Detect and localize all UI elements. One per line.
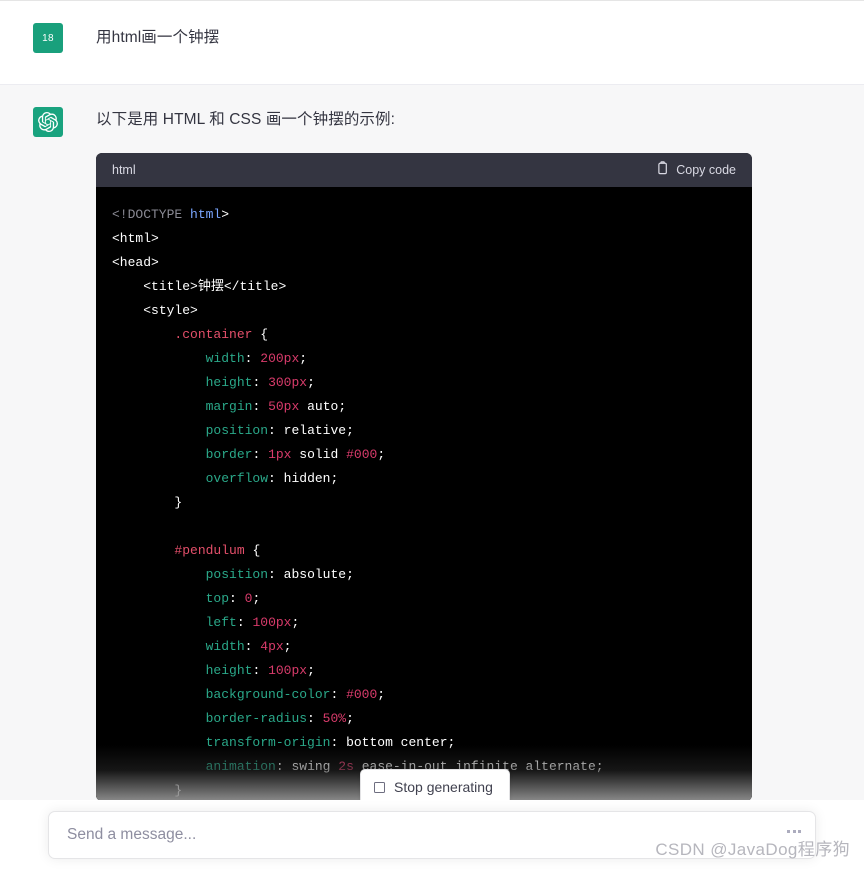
copy-code-button[interactable]: Copy code xyxy=(656,161,736,178)
code-content: <!DOCTYPE html> <html> <head> <title>钟摆<… xyxy=(112,206,604,798)
copy-code-label: Copy code xyxy=(676,162,736,177)
assistant-avatar-column xyxy=(0,107,96,801)
composer-area xyxy=(0,800,864,872)
clipboard-icon xyxy=(656,161,669,178)
user-message-text: 用html画一个钟摆 xyxy=(96,29,220,46)
avatar xyxy=(33,107,63,137)
assistant-message-text: 以下是用 HTML 和 CSS 画一个钟摆的示例: xyxy=(96,111,396,128)
openai-logo-icon xyxy=(38,112,58,132)
stop-square-icon xyxy=(374,781,385,793)
conversation-thread[interactable]: 18 用html画一个钟摆 以下是用 HTML 和 CSS 画一个钟摆的示例: … xyxy=(0,1,864,872)
more-dots-icon[interactable] xyxy=(787,830,801,833)
chat-app: 18 用html画一个钟摆 以下是用 HTML 和 CSS 画一个钟摆的示例: … xyxy=(0,0,864,872)
composer-box[interactable] xyxy=(48,811,816,859)
code-block-header: html Copy code xyxy=(96,152,752,187)
code-block-body[interactable]: <!DOCTYPE html> <html> <head> <title>钟摆<… xyxy=(96,186,752,801)
stop-generating-label: Stop generating xyxy=(394,779,493,795)
code-language-label: html xyxy=(112,162,136,177)
message-input[interactable] xyxy=(67,826,769,844)
assistant-message: 以下是用 HTML 和 CSS 画一个钟摆的示例: html Copy code… xyxy=(0,85,864,824)
user-avatar-column: 18 xyxy=(0,23,96,62)
avatar-label: 18 xyxy=(42,32,54,44)
avatar: 18 xyxy=(33,23,63,53)
assistant-message-body: 以下是用 HTML 和 CSS 画一个钟摆的示例: html Copy code… xyxy=(96,107,864,801)
code-block: html Copy code <!DOCTYPE html> <html> <h… xyxy=(96,152,752,801)
user-message: 18 用html画一个钟摆 xyxy=(0,1,864,85)
user-message-body: 用html画一个钟摆 xyxy=(96,23,864,62)
